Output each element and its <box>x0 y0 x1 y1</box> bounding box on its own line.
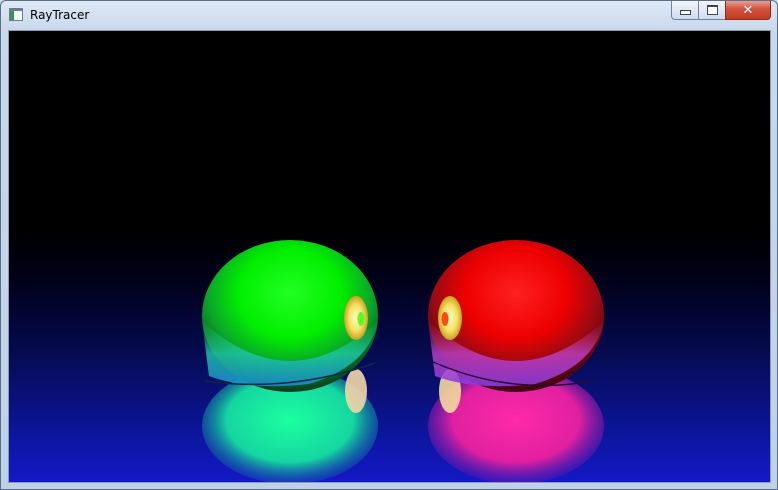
raytraced-scene <box>202 240 604 482</box>
raytracer-window: RayTracer ✕ <box>0 0 778 490</box>
caption-buttons: ✕ <box>671 1 771 21</box>
green-sphere <box>202 240 378 392</box>
render-canvas <box>8 30 771 483</box>
minimize-button[interactable] <box>671 1 698 20</box>
window-title: RayTracer <box>30 8 90 22</box>
app-window-icon[interactable] <box>9 8 23 21</box>
red-sphere <box>428 240 604 392</box>
green-reflection-highlight <box>345 369 367 413</box>
title-bar[interactable]: RayTracer ✕ <box>1 1 777 29</box>
close-button[interactable]: ✕ <box>725 1 771 20</box>
close-icon: ✕ <box>742 2 754 18</box>
maximize-button[interactable] <box>698 1 725 20</box>
minimize-icon <box>679 10 691 15</box>
maximize-icon <box>706 5 718 15</box>
